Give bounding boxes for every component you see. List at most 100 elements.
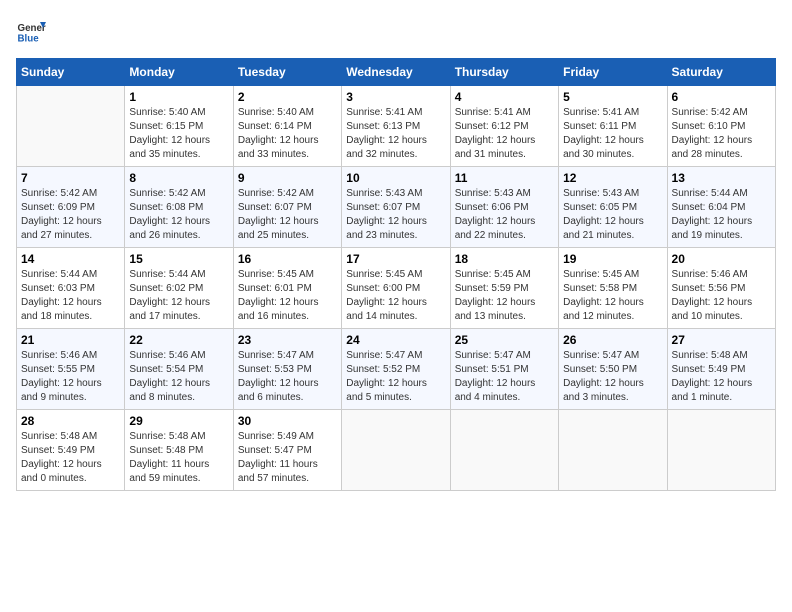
calendar-cell: 23 Sunrise: 5:47 AM Sunset: 5:53 PM Dayli…: [233, 329, 341, 410]
day-info: Sunrise: 5:47 AM Sunset: 5:53 PM Dayligh…: [238, 349, 337, 405]
day-info: Sunrise: 5:48 AM Sunset: 5:48 PM Dayligh…: [129, 430, 228, 486]
col-header-wednesday: Wednesday: [342, 59, 450, 86]
day-info: Sunrise: 5:45 AM Sunset: 6:00 PM Dayligh…: [346, 268, 445, 324]
day-number: 11: [455, 171, 554, 185]
calendar-cell: 4 Sunrise: 5:41 AM Sunset: 6:12 PM Daylig…: [450, 86, 558, 167]
day-info: Sunrise: 5:42 AM Sunset: 6:07 PM Dayligh…: [238, 187, 337, 243]
day-info: Sunrise: 5:49 AM Sunset: 5:47 PM Dayligh…: [238, 430, 337, 486]
page-header: General Blue: [16, 16, 776, 46]
day-info: Sunrise: 5:40 AM Sunset: 6:14 PM Dayligh…: [238, 106, 337, 162]
day-number: 24: [346, 333, 445, 347]
day-info: Sunrise: 5:42 AM Sunset: 6:08 PM Dayligh…: [129, 187, 228, 243]
calendar-cell: 21 Sunrise: 5:46 AM Sunset: 5:55 PM Dayli…: [17, 329, 125, 410]
day-number: 3: [346, 90, 445, 104]
day-number: 8: [129, 171, 228, 185]
svg-text:Blue: Blue: [18, 34, 40, 45]
day-number: 9: [238, 171, 337, 185]
calendar-cell: 1 Sunrise: 5:40 AM Sunset: 6:15 PM Daylig…: [125, 86, 233, 167]
calendar-cell: 8 Sunrise: 5:42 AM Sunset: 6:08 PM Daylig…: [125, 167, 233, 248]
day-info: Sunrise: 5:45 AM Sunset: 5:58 PM Dayligh…: [563, 268, 662, 324]
day-number: 10: [346, 171, 445, 185]
day-number: 1: [129, 90, 228, 104]
day-number: 16: [238, 252, 337, 266]
day-info: Sunrise: 5:43 AM Sunset: 6:06 PM Dayligh…: [455, 187, 554, 243]
col-header-monday: Monday: [125, 59, 233, 86]
day-info: Sunrise: 5:44 AM Sunset: 6:04 PM Dayligh…: [672, 187, 771, 243]
calendar-cell: 19 Sunrise: 5:45 AM Sunset: 5:58 PM Dayli…: [559, 248, 667, 329]
calendar-cell: [559, 410, 667, 491]
logo: General Blue: [16, 16, 46, 46]
day-info: Sunrise: 5:40 AM Sunset: 6:15 PM Dayligh…: [129, 106, 228, 162]
day-info: Sunrise: 5:41 AM Sunset: 6:13 PM Dayligh…: [346, 106, 445, 162]
day-number: 18: [455, 252, 554, 266]
calendar-cell: 9 Sunrise: 5:42 AM Sunset: 6:07 PM Daylig…: [233, 167, 341, 248]
day-number: 2: [238, 90, 337, 104]
day-info: Sunrise: 5:46 AM Sunset: 5:55 PM Dayligh…: [21, 349, 120, 405]
col-header-thursday: Thursday: [450, 59, 558, 86]
calendar-cell: 30 Sunrise: 5:49 AM Sunset: 5:47 PM Dayli…: [233, 410, 341, 491]
day-number: 26: [563, 333, 662, 347]
day-number: 6: [672, 90, 771, 104]
calendar-cell: 7Sunrise: 5:42 AM Sunset: 6:09 PM Daylig…: [17, 167, 125, 248]
day-number: 30: [238, 414, 337, 428]
calendar-cell: [450, 410, 558, 491]
col-header-tuesday: Tuesday: [233, 59, 341, 86]
calendar-cell: 15 Sunrise: 5:44 AM Sunset: 6:02 PM Dayli…: [125, 248, 233, 329]
calendar-cell: 17 Sunrise: 5:45 AM Sunset: 6:00 PM Dayli…: [342, 248, 450, 329]
day-info: Sunrise: 5:44 AM Sunset: 6:02 PM Dayligh…: [129, 268, 228, 324]
day-info: Sunrise: 5:41 AM Sunset: 6:12 PM Dayligh…: [455, 106, 554, 162]
calendar-cell: 29Sunrise: 5:48 AM Sunset: 5:48 PM Dayli…: [125, 410, 233, 491]
day-info: Sunrise: 5:47 AM Sunset: 5:51 PM Dayligh…: [455, 349, 554, 405]
day-number: 23: [238, 333, 337, 347]
calendar-cell: 25 Sunrise: 5:47 AM Sunset: 5:51 PM Dayli…: [450, 329, 558, 410]
calendar-cell: 14 Sunrise: 5:44 AM Sunset: 6:03 PM Dayli…: [17, 248, 125, 329]
day-number: 4: [455, 90, 554, 104]
calendar-cell: 18 Sunrise: 5:45 AM Sunset: 5:59 PM Dayli…: [450, 248, 558, 329]
day-number: 12: [563, 171, 662, 185]
day-info: Sunrise: 5:48 AM Sunset: 5:49 PM Dayligh…: [672, 349, 771, 405]
calendar-cell: [667, 410, 775, 491]
day-number: 25: [455, 333, 554, 347]
calendar-cell: 3 Sunrise: 5:41 AM Sunset: 6:13 PM Daylig…: [342, 86, 450, 167]
calendar-cell: [342, 410, 450, 491]
day-info: Sunrise: 5:46 AM Sunset: 5:56 PM Dayligh…: [672, 268, 771, 324]
day-number: 17: [346, 252, 445, 266]
calendar-cell: 20Sunrise: 5:46 AM Sunset: 5:56 PM Dayli…: [667, 248, 775, 329]
day-number: 15: [129, 252, 228, 266]
day-number: 22: [129, 333, 228, 347]
day-number: 14: [21, 252, 120, 266]
calendar-cell: 5 Sunrise: 5:41 AM Sunset: 6:11 PM Daylig…: [559, 86, 667, 167]
calendar-cell: 22 Sunrise: 5:46 AM Sunset: 5:54 PM Dayli…: [125, 329, 233, 410]
day-info: Sunrise: 5:42 AM Sunset: 6:10 PM Dayligh…: [672, 106, 771, 162]
calendar-table: SundayMondayTuesdayWednesdayThursdayFrid…: [16, 58, 776, 491]
calendar-cell: 24Sunrise: 5:47 AM Sunset: 5:52 PM Dayli…: [342, 329, 450, 410]
calendar-cell: 16 Sunrise: 5:45 AM Sunset: 6:01 PM Dayli…: [233, 248, 341, 329]
day-number: 19: [563, 252, 662, 266]
day-info: Sunrise: 5:48 AM Sunset: 5:49 PM Dayligh…: [21, 430, 120, 486]
day-number: 5: [563, 90, 662, 104]
col-header-sunday: Sunday: [17, 59, 125, 86]
day-info: Sunrise: 5:46 AM Sunset: 5:54 PM Dayligh…: [129, 349, 228, 405]
day-number: 13: [672, 171, 771, 185]
day-info: Sunrise: 5:43 AM Sunset: 6:05 PM Dayligh…: [563, 187, 662, 243]
calendar-cell: 26 Sunrise: 5:47 AM Sunset: 5:50 PM Dayli…: [559, 329, 667, 410]
calendar-cell: 6 Sunrise: 5:42 AM Sunset: 6:10 PM Daylig…: [667, 86, 775, 167]
calendar-cell: 10 Sunrise: 5:43 AM Sunset: 6:07 PM Dayli…: [342, 167, 450, 248]
day-info: Sunrise: 5:43 AM Sunset: 6:07 PM Dayligh…: [346, 187, 445, 243]
day-info: Sunrise: 5:44 AM Sunset: 6:03 PM Dayligh…: [21, 268, 120, 324]
calendar-cell: 11 Sunrise: 5:43 AM Sunset: 6:06 PM Dayli…: [450, 167, 558, 248]
day-info: Sunrise: 5:45 AM Sunset: 5:59 PM Dayligh…: [455, 268, 554, 324]
day-info: Sunrise: 5:47 AM Sunset: 5:50 PM Dayligh…: [563, 349, 662, 405]
logo-icon: General Blue: [16, 16, 46, 46]
day-info: Sunrise: 5:45 AM Sunset: 6:01 PM Dayligh…: [238, 268, 337, 324]
calendar-cell: [17, 86, 125, 167]
calendar-cell: 28 Sunrise: 5:48 AM Sunset: 5:49 PM Dayli…: [17, 410, 125, 491]
day-info: Sunrise: 5:42 AM Sunset: 6:09 PM Dayligh…: [21, 187, 120, 243]
calendar-cell: 12 Sunrise: 5:43 AM Sunset: 6:05 PM Dayli…: [559, 167, 667, 248]
day-number: 28: [21, 414, 120, 428]
col-header-friday: Friday: [559, 59, 667, 86]
calendar-cell: 2 Sunrise: 5:40 AM Sunset: 6:14 PM Daylig…: [233, 86, 341, 167]
calendar-cell: 27Sunrise: 5:48 AM Sunset: 5:49 PM Dayli…: [667, 329, 775, 410]
day-number: 21: [21, 333, 120, 347]
day-info: Sunrise: 5:41 AM Sunset: 6:11 PM Dayligh…: [563, 106, 662, 162]
